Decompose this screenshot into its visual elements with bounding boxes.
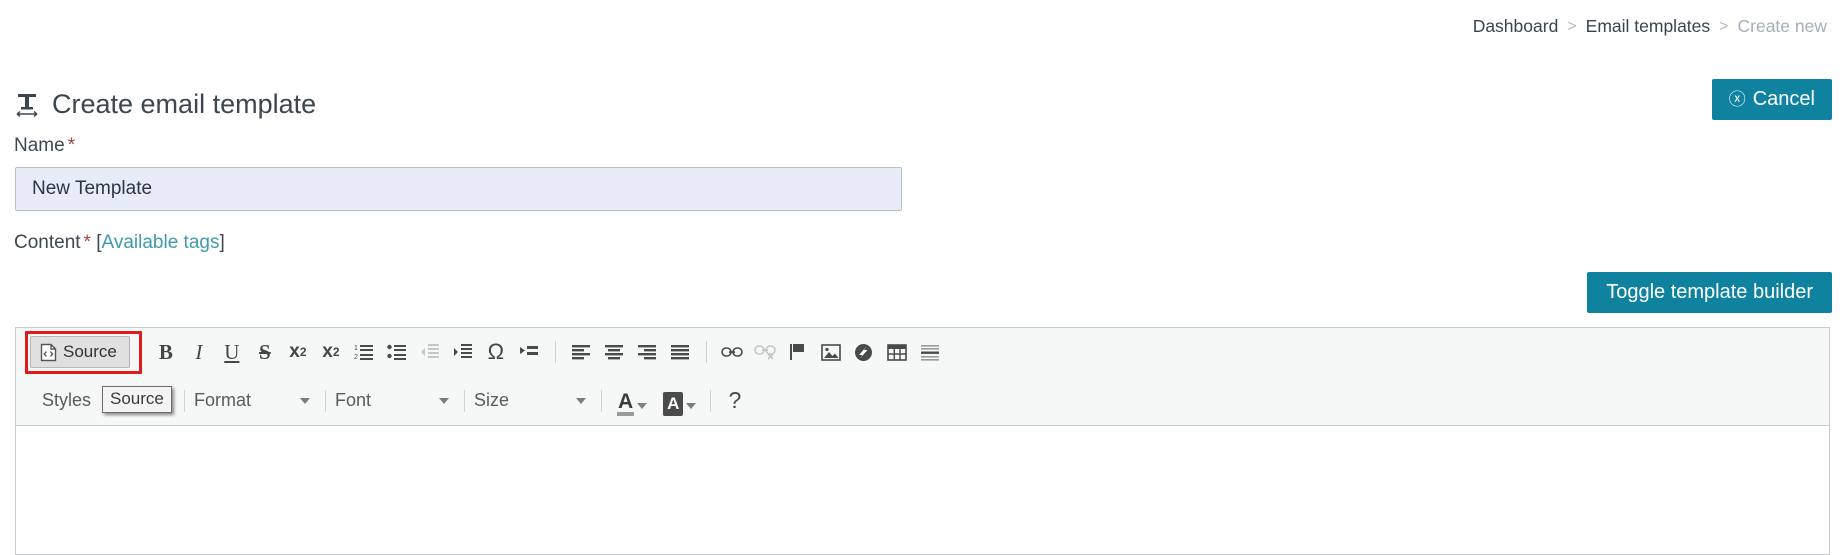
svg-text:2: 2 (354, 354, 358, 361)
name-input[interactable] (15, 167, 902, 211)
chevron-down-icon (300, 397, 310, 404)
font-dropdown[interactable]: Font (335, 386, 455, 416)
styles-dropdown[interactable]: Styles (42, 386, 98, 416)
cancel-button-label: Cancel (1752, 88, 1815, 110)
content-label-text: Content (14, 232, 81, 253)
required-marker: * (83, 232, 91, 253)
page-header: Create email template (15, 73, 316, 136)
page-title: Create email template (52, 89, 317, 120)
content-field-label: Content * [Available tags] (14, 232, 225, 254)
svg-text:1: 1 (354, 345, 358, 352)
page-root: Dashboard > Email templates > Create new… (0, 0, 1843, 555)
rich-text-editor: Source B I U S x2 x2 1 2 Ω Styles Source… (15, 327, 1830, 555)
toolbar-row-2: Styles Source Format Font Size A A ? (16, 376, 1829, 425)
circle-x-icon: ⓧ (1728, 90, 1746, 109)
toolbar-row-1: Source B I U S x2 x2 1 2 Ω (16, 328, 1829, 376)
underline-icon[interactable]: U (216, 336, 248, 368)
align-right-icon[interactable] (631, 336, 663, 368)
toolbar-divider (464, 389, 465, 412)
required-marker: * (67, 135, 76, 156)
text-color-button[interactable]: A (617, 386, 648, 416)
bold-icon[interactable]: B (150, 336, 182, 368)
text-format-icon (15, 92, 39, 118)
breadcrumb-item-email-templates[interactable]: Email templates (1586, 16, 1711, 37)
breadcrumb-separator: > (1719, 17, 1729, 35)
breadcrumb-separator: > (1567, 17, 1577, 35)
editor-toolbar: Source B I U S x2 x2 1 2 Ω Styles Source… (16, 328, 1829, 426)
increase-indent-icon[interactable] (447, 336, 479, 368)
text-color-icon: A (617, 391, 635, 416)
unlink-icon (749, 336, 781, 368)
table-icon[interactable] (881, 336, 913, 368)
toolbar-divider (184, 389, 185, 412)
breadcrumb-item-create-new: Create new (1737, 16, 1828, 36)
toolbar-divider (710, 389, 712, 412)
align-justify-icon[interactable] (664, 336, 696, 368)
special-character-icon[interactable]: Ω (480, 336, 512, 368)
toolbar-divider (138, 341, 141, 363)
toolbar-divider (601, 389, 602, 412)
subscript-icon[interactable]: x2 (282, 336, 314, 368)
flash-icon[interactable] (848, 336, 880, 368)
size-dropdown-label: Size (474, 390, 510, 410)
format-dropdown[interactable]: Format (194, 386, 316, 416)
cancel-button[interactable]: ⓧ Cancel (1711, 79, 1832, 120)
source-code-document-icon (40, 343, 57, 362)
strikethrough-icon[interactable]: S (249, 336, 281, 368)
link-icon[interactable] (716, 336, 748, 368)
align-left-icon[interactable] (565, 336, 597, 368)
name-label-text: Name (14, 135, 65, 156)
toolbar-divider (554, 341, 556, 363)
toggle-template-builder-button[interactable]: Toggle template builder (1587, 272, 1832, 313)
toolbar-divider (325, 389, 326, 412)
align-center-icon[interactable] (598, 336, 630, 368)
chevron-down-icon (686, 402, 697, 409)
breadcrumb: Dashboard > Email templates > Create new (1473, 16, 1827, 37)
anchor-flag-icon[interactable] (782, 336, 814, 368)
numbered-list-icon[interactable]: 1 2 (348, 336, 380, 368)
source-tooltip: Source (102, 386, 172, 413)
italic-icon[interactable]: I (183, 336, 215, 368)
font-dropdown-label: Font (335, 390, 372, 410)
horizontal-rule-icon[interactable] (914, 336, 946, 368)
breadcrumb-item-dashboard[interactable]: Dashboard (1473, 16, 1559, 37)
chevron-down-icon (637, 402, 648, 409)
chevron-down-icon (439, 397, 449, 404)
editor-content-area[interactable] (16, 426, 1829, 554)
chevron-down-icon (576, 397, 586, 404)
bulleted-list-icon[interactable] (381, 336, 413, 368)
help-icon[interactable]: ? (728, 387, 741, 414)
background-color-button[interactable]: A (663, 386, 697, 416)
background-color-icon: A (663, 391, 684, 416)
tags-bracket-close: ] (219, 232, 225, 253)
name-field-label: Name * (14, 135, 75, 157)
decrease-indent-icon (414, 336, 446, 368)
blockquote-icon[interactable] (513, 336, 545, 368)
source-button-label: Source (63, 342, 117, 361)
available-tags-link[interactable]: Available tags (102, 232, 220, 253)
image-icon[interactable] (815, 336, 847, 368)
format-dropdown-label: Format (194, 390, 252, 410)
toolbar-divider (705, 341, 707, 363)
styles-dropdown-label: Styles (42, 390, 92, 410)
size-dropdown[interactable]: Size (474, 386, 592, 416)
source-button[interactable]: Source (30, 336, 130, 368)
toggle-template-builder-label: Toggle template builder (1606, 281, 1813, 303)
superscript-icon[interactable]: x2 (315, 336, 347, 368)
